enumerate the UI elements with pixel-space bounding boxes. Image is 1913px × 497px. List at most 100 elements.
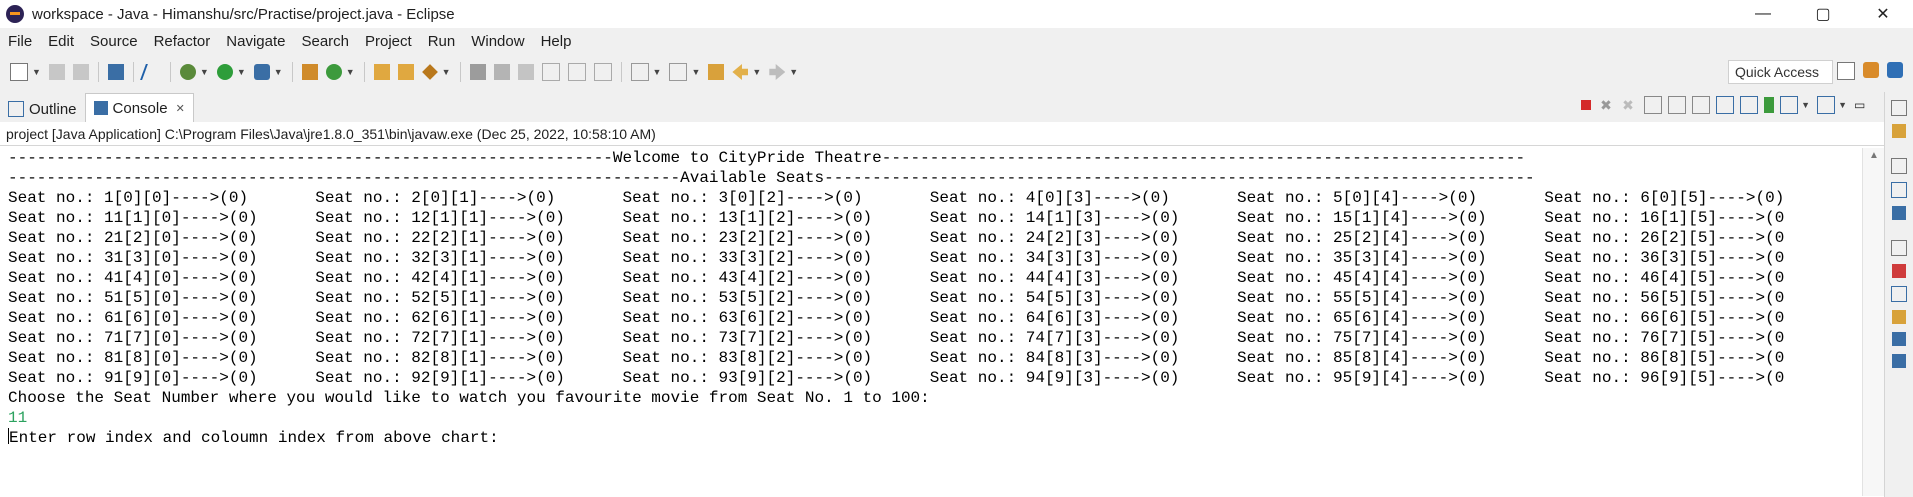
display-console-icon[interactable] — [1780, 96, 1799, 114]
external-tools-dropdown-icon[interactable]: ▼ — [274, 67, 283, 77]
previous-annotation-icon[interactable] — [669, 63, 688, 81]
minimize-button[interactable]: — — [1733, 0, 1793, 28]
tab-outline-label: Outline — [29, 100, 77, 118]
tab-console-label: Console — [112, 99, 168, 117]
word-wrap-icon[interactable] — [1692, 96, 1711, 114]
console-line: Seat no.: 1[0][0]---->(0) Seat no.: 2[0]… — [8, 189, 1785, 207]
search-dropdown-icon[interactable]: ▼ — [442, 67, 451, 77]
progress-icon[interactable] — [1892, 354, 1906, 368]
run-icon[interactable] — [216, 64, 233, 80]
tab-outline[interactable]: Outline — [0, 96, 85, 122]
vertical-scrollbar[interactable]: ▲ — [1862, 148, 1885, 496]
close-button[interactable]: ✕ — [1853, 0, 1913, 28]
console-output[interactable]: ----------------------------------------… — [8, 148, 1860, 496]
user-input: 11 — [8, 409, 28, 427]
display-console-dropdown-icon[interactable]: ▼ — [1801, 100, 1810, 110]
restore-icon[interactable] — [1891, 158, 1907, 174]
debug-dropdown-icon[interactable]: ▼ — [200, 67, 209, 77]
menu-navigate[interactable]: Navigate — [218, 33, 293, 50]
window-title: workspace - Java - Himanshu/src/Practise… — [32, 5, 455, 23]
run-dropdown-icon[interactable]: ▼ — [237, 67, 246, 77]
toggle-breadcrumb-icon[interactable] — [493, 64, 510, 80]
toolbar-separator — [620, 62, 622, 82]
menu-file[interactable]: File — [0, 33, 40, 50]
close-tab-icon[interactable]: ✕ — [176, 102, 185, 115]
menu-refactor[interactable]: Refactor — [146, 33, 219, 50]
new-java-package-icon[interactable] — [301, 64, 318, 80]
menu-search[interactable]: Search — [293, 33, 357, 50]
menu-project[interactable]: Project — [357, 33, 420, 50]
console-line: Seat no.: 21[2][0]---->(0) Seat no.: 22[… — [8, 229, 1785, 247]
console-prompt-line: Enter row index and coloumn index from a… — [8, 428, 1860, 448]
next-annotation-dropdown-icon[interactable]: ▼ — [653, 67, 662, 77]
toolbar-separator — [459, 62, 461, 82]
java-perspective-icon[interactable] — [1887, 62, 1903, 78]
forward-dropdown-icon[interactable]: ▼ — [789, 67, 798, 77]
toggle-block-selection-icon[interactable] — [517, 64, 534, 80]
skip-breakpoints-icon[interactable] — [140, 64, 164, 80]
restore-icon[interactable] — [1891, 240, 1907, 256]
new-icon[interactable] — [10, 63, 28, 81]
toolbar-separator — [132, 62, 134, 82]
save-all-icon[interactable] — [72, 64, 89, 80]
tab-console[interactable]: Console ✕ — [84, 93, 194, 122]
search-icon[interactable] — [421, 64, 438, 80]
pin-console-icon[interactable] — [1764, 97, 1775, 113]
scroll-up-icon[interactable]: ▲ — [1869, 150, 1879, 161]
declaration-icon[interactable] — [1892, 310, 1906, 324]
console-panel: project [Java Application] C:\Program Fi… — [0, 122, 1885, 497]
scroll-lock-icon[interactable] — [1668, 96, 1687, 114]
show-whitespace-icon[interactable] — [541, 63, 560, 81]
perspective-switcher — [1833, 62, 1907, 80]
back-dropdown-icon[interactable]: ▼ — [752, 67, 761, 77]
terminal-icon[interactable] — [107, 64, 124, 80]
terminate-icon[interactable] — [1581, 100, 1592, 110]
remove-launch-icon[interactable]: ✖ — [1600, 97, 1616, 113]
console-line: Seat no.: 91[9][0]---->(0) Seat no.: 92[… — [8, 369, 1785, 387]
quick-access-input[interactable]: Quick Access — [1728, 60, 1833, 84]
new-java-class-icon[interactable] — [325, 64, 342, 80]
menu-source[interactable]: Source — [82, 33, 146, 50]
console-view-toolbar: ✖ ✖ ▼ ▼ ▭ — [1575, 96, 1873, 114]
console-icon[interactable] — [1892, 206, 1906, 220]
open-perspective-icon[interactable] — [1837, 62, 1855, 80]
new-dropdown-icon[interactable]: ▼ — [32, 67, 41, 77]
show-stderr-icon[interactable] — [1740, 96, 1759, 114]
new-class-dropdown-icon[interactable]: ▼ — [346, 67, 355, 77]
next-annotation-icon[interactable] — [630, 63, 649, 81]
outline-icon[interactable] — [1891, 182, 1907, 198]
java-ee-perspective-icon[interactable] — [1863, 62, 1879, 78]
open-console-dropdown-icon[interactable]: ▼ — [1838, 100, 1847, 110]
console-line: Seat no.: 61[6][0]---->(0) Seat no.: 62[… — [8, 309, 1785, 327]
toggle-mark-occurrences-icon[interactable] — [469, 64, 486, 80]
problems-icon[interactable] — [1892, 264, 1906, 278]
external-tools-icon[interactable] — [253, 64, 270, 80]
show-stdout-icon[interactable] — [1716, 96, 1735, 114]
forward-icon[interactable] — [769, 64, 786, 80]
previous-annotation-dropdown-icon[interactable]: ▼ — [691, 67, 700, 77]
save-icon[interactable] — [48, 64, 65, 80]
menu-help[interactable]: Help — [533, 33, 580, 50]
maximize-button[interactable]: ▢ — [1793, 0, 1853, 28]
pilcrow-icon[interactable] — [593, 63, 612, 81]
toolbar-separator — [97, 62, 99, 82]
restore-icon[interactable] — [1891, 100, 1907, 116]
word-wrap-icon[interactable] — [567, 63, 586, 81]
open-type-icon[interactable] — [373, 64, 390, 80]
menu-run[interactable]: Run — [420, 33, 464, 50]
minimize-view-icon[interactable]: ▭ — [1854, 97, 1870, 113]
javadoc-icon[interactable] — [1891, 286, 1907, 302]
last-edit-location-icon[interactable] — [708, 64, 725, 80]
outline-icon — [8, 101, 24, 117]
open-console-icon[interactable] — [1817, 96, 1836, 114]
package-explorer-icon[interactable] — [1892, 124, 1906, 138]
remove-all-terminated-icon[interactable]: ✖ — [1622, 97, 1638, 113]
open-task-icon[interactable] — [397, 64, 414, 80]
debug-icon[interactable] — [179, 64, 196, 80]
menu-window[interactable]: Window — [463, 33, 532, 50]
console-icon[interactable] — [1892, 332, 1906, 346]
clear-console-icon[interactable] — [1644, 96, 1663, 114]
menu-edit[interactable]: Edit — [40, 33, 82, 50]
console-line: Seat no.: 41[4][0]---->(0) Seat no.: 42[… — [8, 269, 1785, 287]
back-icon[interactable] — [732, 64, 749, 80]
